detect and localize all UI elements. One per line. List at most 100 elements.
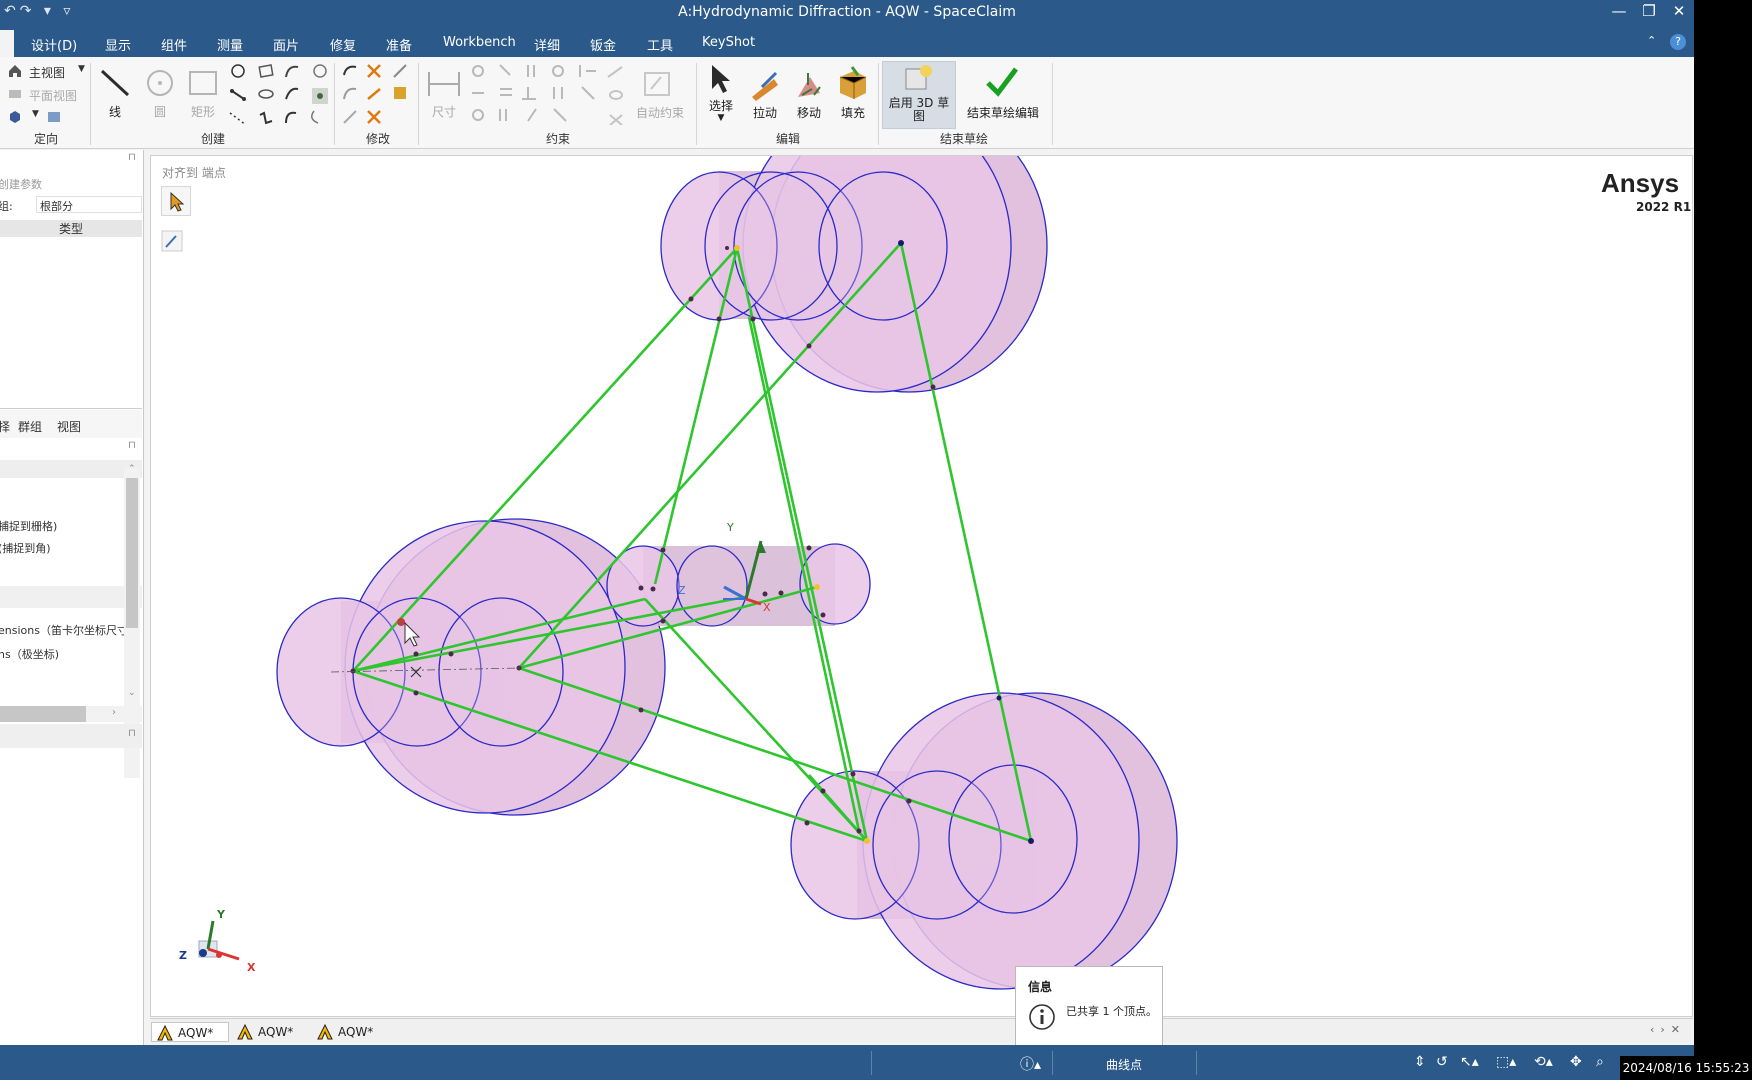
tab-repair[interactable]: 修复 [330, 35, 356, 54]
plan-view-icon[interactable] [7, 86, 23, 102]
pull-tool-icon[interactable] [748, 69, 782, 101]
finish-sketch-icon[interactable] [984, 65, 1020, 99]
file-tab-indicator[interactable] [0, 30, 14, 57]
dimension-tool-label[interactable]: 尺寸 [430, 103, 458, 120]
create-params-label: 创建参数 [0, 178, 42, 191]
help-icon[interactable]: ? [1670, 34, 1686, 50]
select-tool-label[interactable]: 选择 [704, 97, 738, 114]
tab-facets[interactable]: 面片 [273, 35, 299, 54]
cartesian-dimensions-option[interactable]: ensions（笛卡尔坐标尺寸 [0, 622, 128, 638]
sketch-tools-icon[interactable] [228, 63, 330, 127]
ribbon: 主视图 ▼ 平面视图 ▼ 定向 线 圆 矩形 创建 修改 尺寸 自动约束 约束 … [0, 57, 1694, 149]
zoom-icon[interactable]: ⌕ [1596, 1054, 1604, 1070]
auto-constraint-icon[interactable] [641, 69, 677, 101]
home-view-label[interactable]: 主视图 [29, 64, 65, 81]
screen-edge [1694, 0, 1752, 1080]
close-button[interactable]: ✕ [1666, 2, 1692, 20]
rectangle-tool-label[interactable]: 矩形 [188, 103, 218, 120]
move-tool-label[interactable]: 移动 [792, 104, 826, 121]
3d-viewport[interactable]: 对齐到 端点 Ansys 2022 R1 Y Z X Y Z X [150, 155, 1693, 1017]
pan-icon[interactable]: ✥ [1570, 1054, 1582, 1070]
spin-view-icon[interactable]: ⇕ [1414, 1054, 1426, 1070]
ribbon-separator [696, 63, 697, 145]
pull-tool-label[interactable]: 拉动 [748, 104, 782, 121]
tab-assembly[interactable]: 组件 [161, 35, 187, 54]
status-info-icon[interactable]: ⓘ▴ [1020, 1054, 1041, 1074]
plan-view-label[interactable]: 平面视图 [29, 87, 77, 104]
scroll-right-icon[interactable]: › [112, 707, 116, 718]
tab-views[interactable]: 视图 [57, 418, 81, 435]
tab-sheetmetal[interactable]: 钣金 [590, 35, 616, 54]
constraint-tools-icon[interactable] [470, 63, 600, 129]
pin-icon[interactable]: ⊓ [128, 152, 136, 163]
doc-tab-aqw[interactable]: AQW* [312, 1022, 384, 1042]
modify-tools-icon[interactable] [340, 63, 412, 127]
view-cube-icon[interactable] [7, 109, 23, 125]
tab-scroll-icons[interactable]: ‹›✕ [1650, 1023, 1686, 1036]
snap-grid-option[interactable]: 捕捉到栅格) [0, 518, 57, 534]
ribbon-separator [878, 63, 879, 145]
cylinder-bodies [276, 156, 1178, 990]
enable-3d-sketch-label[interactable]: 启用 3D 草图 [884, 97, 954, 123]
snap-view-icon[interactable] [46, 109, 62, 125]
finish-sketch-label[interactable]: 结束草绘编辑 [962, 104, 1044, 121]
enable-3d-sketch-icon[interactable] [902, 63, 936, 93]
home-view-icon[interactable] [7, 63, 23, 79]
auto-constraint-label[interactable]: 自动约束 [632, 104, 688, 121]
type-column-header[interactable]: 类型 [0, 220, 142, 237]
tab-detail[interactable]: 详细 [534, 35, 560, 54]
home-view-dropdown-icon[interactable]: ▼ [78, 64, 85, 74]
tab-display[interactable]: 显示 [105, 35, 131, 54]
info-popup: 信息 已共享 1 个顶点。 [1015, 966, 1163, 1046]
tab-prepare[interactable]: 准备 [386, 35, 412, 54]
tab-tools[interactable]: 工具 [647, 35, 673, 54]
collapse-ribbon-icon[interactable]: ⌃ [1647, 34, 1656, 47]
select-tool-icon[interactable] [708, 63, 734, 95]
box-select-icon[interactable]: ⬚▴ [1496, 1054, 1516, 1070]
minimize-button[interactable]: — [1606, 2, 1632, 20]
triad-x-label: X [763, 601, 771, 614]
dimension-tool-icon[interactable] [426, 69, 462, 99]
info-icon [1029, 1004, 1055, 1030]
tab-keyshot[interactable]: KeyShot [702, 35, 755, 50]
line-tool-icon[interactable] [98, 67, 132, 101]
pin-icon[interactable]: ⊓ [128, 728, 136, 739]
constraint-visibility-icon[interactable] [606, 65, 626, 125]
circle-tool-label[interactable]: 圆 [148, 103, 172, 120]
tab-design[interactable]: 设计(D) [31, 35, 77, 54]
doc-tab-aqw-active[interactable]: AQW* ✕ [151, 1022, 229, 1060]
corner-x-label: X [247, 961, 256, 974]
finish-sketch-group-label: 结束草绘 [940, 132, 989, 146]
scroll-up-icon[interactable]: ⌃ [128, 464, 136, 474]
fill-tool-label[interactable]: 填充 [836, 104, 870, 121]
undo-view-icon[interactable]: ↺ [1436, 1054, 1448, 1070]
scroll-down-icon[interactable]: ⌄ [128, 688, 136, 698]
polar-dimensions-option[interactable]: ns（极坐标) [0, 646, 59, 662]
constraint-group-label: 约束 [546, 132, 571, 146]
move-tool-icon[interactable] [792, 69, 826, 101]
view-dropdown-icon[interactable]: ▼ [32, 109, 39, 119]
doc-tab-aqw[interactable]: AQW* [232, 1022, 304, 1042]
circle-tool-icon[interactable] [144, 67, 176, 99]
rectangle-tool-icon[interactable] [187, 69, 219, 97]
snap-angle-option[interactable]: (捕捉到角) [0, 540, 51, 556]
tab-groups[interactable]: 群组 [18, 418, 42, 435]
tab-selection[interactable]: 择 [0, 418, 10, 435]
ribbon-separator [1052, 63, 1053, 145]
options-strip [0, 586, 142, 608]
orbit-icon[interactable]: ⟲▴ [1534, 1054, 1553, 1070]
line-tool-label[interactable]: 线 [102, 103, 128, 120]
tab-measure[interactable]: 测量 [217, 35, 243, 54]
hscroll-thumb[interactable] [0, 706, 86, 722]
fill-tool-icon[interactable] [836, 65, 870, 101]
pin-icon[interactable]: ⊓ [128, 440, 136, 451]
tab-workbench[interactable]: Workbench [443, 35, 516, 50]
group-field[interactable]: 根部分 [36, 196, 142, 213]
edit-group-label: 编辑 [776, 132, 801, 146]
ribbon-separator [90, 63, 91, 145]
select-dropdown-icon[interactable]: ▼ [712, 113, 730, 123]
maximize-button[interactable]: ❐ [1636, 2, 1662, 20]
scrollbar-thumb[interactable] [126, 478, 138, 628]
model-canvas[interactable]: Y Z X [151, 156, 1693, 1017]
select-mode-icon[interactable]: ↖▴ [1460, 1054, 1479, 1070]
